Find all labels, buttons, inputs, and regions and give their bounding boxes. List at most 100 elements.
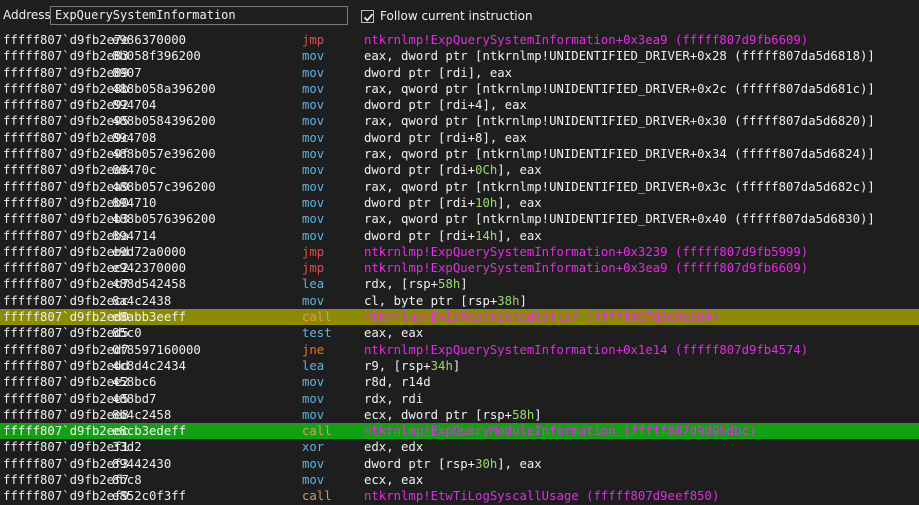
operand-part: 58h [512,407,535,422]
disassembly-row[interactable]: fffff807`d9fb2e9c 894708 mov dword ptr [rdi… [0,130,919,146]
disassembly-row[interactable]: fffff807`d9fb2ee2 458bc6 mov r8d, r14d [0,374,919,390]
instruction-bytes: 8a4c2438 [112,293,172,308]
instruction-operands: rax, qword ptr [ntkrnlmp!UNIDENTIFIED_DR… [364,146,875,162]
operand-part: 58h [438,277,461,292]
disassembly-row[interactable]: fffff807`d9fb2e95 488b0584396200 mov rax, q… [0,113,919,129]
disassembly-row[interactable]: fffff807`d9fb2ef3 89442430 mov dword ptr [r… [0,456,919,472]
instruction-operands[interactable]: ntkrnlmp!ExpQuerySystemInformation+0x3ea… [364,32,808,48]
disassembly-row[interactable]: fffff807`d9fb2ebd e9d72a0000 jmp ntkrnlmp!E… [0,244,919,260]
instruction-mnemonic: mov [302,130,325,145]
instruction-address: fffff807`d9fb2ed0 [3,310,129,325]
symbol-link[interactable]: ntkrnlmp!ExpQuerySystemInformation+0x323… [364,245,808,259]
symbol-link[interactable]: ntkrnlmp!ExIsRestrictedCaller (fffff807d… [364,310,719,324]
disassembly-row[interactable]: fffff807`d9fb2e8b 488b058a396200 mov rax, q… [0,81,919,97]
symbol-link[interactable]: ntkrnlmp!ExpQuerySystemInformation+0x1e1… [364,343,808,357]
disassembly-row[interactable]: fffff807`d9fb2ec7 488d542458 lea rdx, [rsp+… [0,276,919,292]
instruction-mnemonic: mov [302,293,325,308]
instruction-mnemonic: call [302,310,332,325]
operand-part: rax, qword ptr [ntkrnlmp!UNIDENTIFIED_DR… [364,114,875,129]
disassembly-row[interactable]: fffff807`d9fb2ef1 33d2 xor edx, edx [0,439,919,455]
disassembly-row[interactable]: fffff807`d9fb2e89 8907 mov dword ptr [rdi],… [0,65,919,81]
operand-part: 30h [475,456,498,471]
instruction-operands[interactable]: ntkrnlmp!ExpQuerySystemInformation+0x1e1… [364,342,808,358]
disassembly-row[interactable]: fffff807`d9fb2ecc 8a4c2438 mov cl, byte ptr… [0,293,919,309]
address-input[interactable]: ExpQuerySystemInformation [50,6,348,25]
operand-part: r8d, r14d [364,375,431,390]
symbol-link[interactable]: ntkrnlmp!ExpQuerySystemInformation+0x3ea… [364,261,808,275]
operand-part: ] [519,293,527,308]
instruction-address: fffff807`d9fb2e92 [3,98,129,113]
operand-part: rax, qword ptr [ntkrnlmp!UNIDENTIFIED_DR… [364,147,875,162]
instruction-mnemonic: mov [302,114,325,129]
disassembly-row[interactable]: fffff807`d9fb2ed0 e8abb3eeff call ntkrnlmp!… [0,309,919,326]
disassembly-row[interactable]: fffff807`d9fb2e83 8b058f396200 mov eax, dwo… [0,48,919,64]
instruction-mnemonic: mov [302,49,325,64]
instruction-address: fffff807`d9fb2e95 [3,114,129,129]
instruction-mnemonic: mov [302,391,325,406]
operand-part: ] [460,277,468,292]
follow-checkbox[interactable] [361,9,374,23]
instruction-bytes: 894714 [112,228,157,243]
disassembly-row[interactable]: fffff807`d9fb2edd 4c8d4c2434 lea r9, [rsp+3… [0,358,919,374]
operand-part: dword ptr [rdi+ [364,228,476,243]
symbol-link[interactable]: ntkrnlmp!ExpQuerySystemInformation+0x3ea… [364,33,808,47]
operand-part: ], eax [497,163,542,178]
instruction-address: fffff807`d9fb2ecc [3,293,129,308]
instruction-mnemonic: mov [302,212,325,227]
disassembly-listing[interactable]: fffff807`d9fb2e7e e986370000 jmp ntkrnlmp!E… [0,32,919,505]
instruction-operands[interactable]: ntkrnlmp!ExpQuerySystemInformation+0x3ea… [364,260,808,276]
instruction-address: fffff807`d9fb2ed7 [3,342,129,357]
disassembly-row[interactable]: fffff807`d9fb2ed7 0f8597160000 jne ntkrnlmp… [0,342,919,358]
instruction-operands: dword ptr [rsp+30h], eax [364,456,542,472]
follow-label: Follow current instruction [380,9,533,23]
instruction-operands: edx, edx [364,439,423,455]
instruction-mnemonic: jmp [302,244,325,259]
instruction-bytes: e8abb3eeff [112,310,187,325]
instruction-operands[interactable]: ntkrnlmp!ExpQueryModuleInformation (ffff… [364,423,756,439]
instruction-bytes: 33d2 [112,440,142,455]
instruction-bytes: 0f8597160000 [112,342,201,357]
disassembly-row[interactable]: fffff807`d9fb2eba 894714 mov dword ptr [rdi… [0,228,919,244]
instruction-operands: cl, byte ptr [rsp+38h] [364,293,527,309]
disassembly-row[interactable]: fffff807`d9fb2eb0 894710 mov dword ptr [rdi… [0,195,919,211]
instruction-operands[interactable]: ntkrnlmp!ExpQuerySystemInformation+0x323… [364,244,808,260]
instruction-operands[interactable]: ntkrnlmp!ExIsRestrictedCaller (fffff807d… [364,309,719,325]
checkmark-icon [363,13,374,21]
instruction-operands[interactable]: ntkrnlmp!EtwTiLogSyscallUsage (fffff807d… [364,488,719,504]
disassembly-row[interactable]: fffff807`d9fb2e92 894704 mov dword ptr [rdi… [0,97,919,113]
instruction-bytes: 8b058f396200 [112,49,201,64]
disassembly-row[interactable]: fffff807`d9fb2ef9 e852c0f3ff call ntkrnlmp!… [0,488,919,504]
instruction-address: fffff807`d9fb2ef1 [3,440,129,455]
operand-part: dword ptr [rdi+4], eax [364,98,527,113]
disassembly-row[interactable]: fffff807`d9fb2eb3 488b0576396200 mov rax, q… [0,211,919,227]
follow-current-instruction-toggle[interactable]: Follow current instruction [361,8,533,24]
instruction-address: fffff807`d9fb2eb0 [3,195,129,210]
instruction-operands: rax, qword ptr [ntkrnlmp!UNIDENTIFIED_DR… [364,211,875,227]
disassembly-row[interactable]: fffff807`d9fb2e9f 488b057e396200 mov rax, q… [0,146,919,162]
operand-part: ecx, eax [364,473,424,488]
disassembly-row[interactable]: fffff807`d9fb2ea6 89470c mov dword ptr [rdi… [0,162,919,178]
operand-part: ], eax [497,195,542,210]
instruction-address: fffff807`d9fb2ec2 [3,261,129,276]
symbol-link[interactable]: ntkrnlmp!ExpQueryModuleInformation (ffff… [364,424,756,438]
symbol-link[interactable]: ntkrnlmp!EtwTiLogSyscallUsage (fffff807d… [364,489,719,503]
instruction-mnemonic: mov [302,65,325,80]
disassembly-row[interactable]: fffff807`d9fb2eec e8cb3edeff call ntkrnlmp!… [0,423,919,440]
disassembly-row[interactable]: fffff807`d9fb2ed5 85c0 test eax, eax [0,325,919,341]
instruction-mnemonic: jmp [302,33,325,47]
instruction-mnemonic: mov [302,163,325,178]
instruction-address: fffff807`d9fb2ef3 [3,456,129,471]
instruction-mnemonic: mov [302,195,325,210]
instruction-operands: r8d, r14d [364,374,431,390]
instruction-bytes: 8bc8 [112,473,142,488]
instruction-address: fffff807`d9fb2ea9 [3,179,129,194]
operand-part: 14h [475,228,498,243]
disassembly-row[interactable]: fffff807`d9fb2ec2 e942370000 jmp ntkrnlmp!E… [0,260,919,276]
disassembly-row[interactable]: fffff807`d9fb2ef7 8bc8 mov ecx, eax [0,472,919,488]
instruction-operands: dword ptr [rdi+10h], eax [364,195,542,211]
instruction-operands: dword ptr [rdi], eax [364,65,512,81]
disassembly-row[interactable]: fffff807`d9fb2ea9 488b057c396200 mov rax, q… [0,179,919,195]
disassembly-row[interactable]: fffff807`d9fb2ee8 8b4c2458 mov ecx, dword p… [0,407,919,423]
disassembly-row[interactable]: fffff807`d9fb2e7e e986370000 jmp ntkrnlmp!E… [0,32,919,48]
disassembly-row[interactable]: fffff807`d9fb2ee5 488bd7 mov rdx, rdi [0,391,919,407]
